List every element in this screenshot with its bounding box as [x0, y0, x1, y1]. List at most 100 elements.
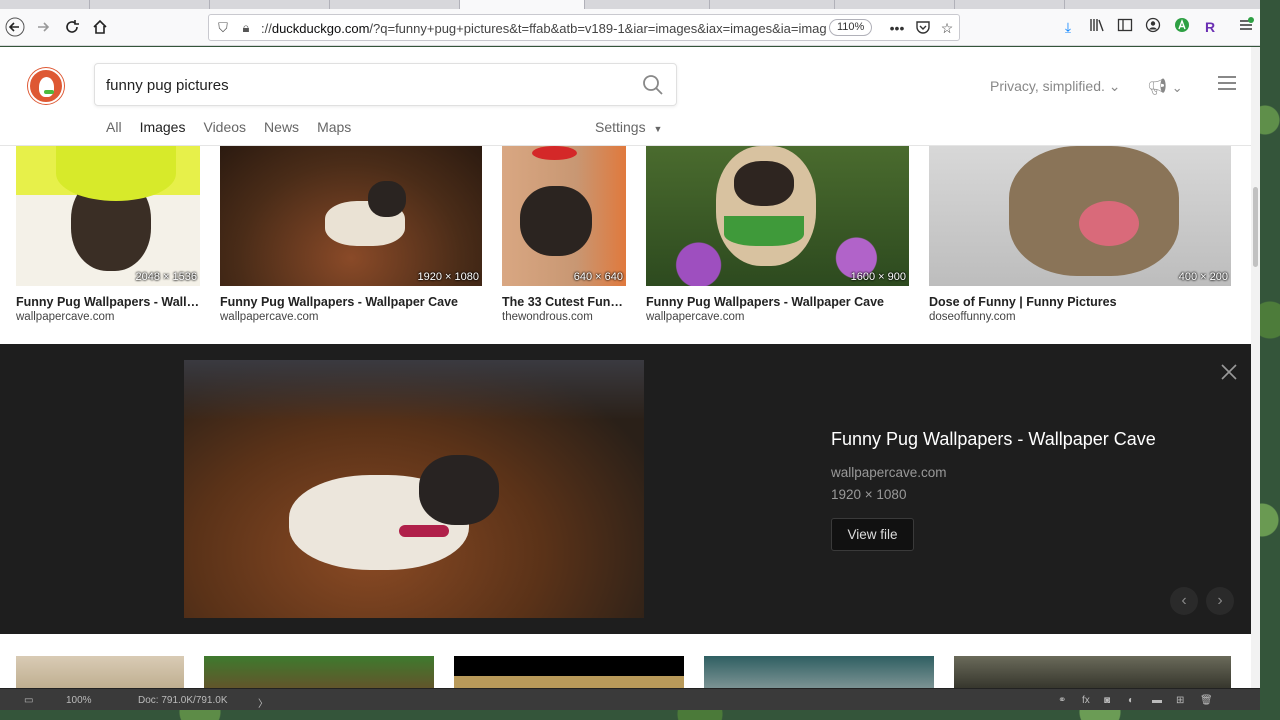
result-source[interactable]: wallpapercave.com [646, 311, 744, 323]
scrollbar-thumb[interactable] [1253, 187, 1258, 267]
image-detail-panel: Funny Pug Wallpapers - Wallpaper Cave wa… [0, 344, 1251, 634]
reload-button[interactable] [62, 17, 82, 37]
chevron-down-icon: ⌄ [1108, 78, 1121, 94]
tab-images[interactable]: Images [140, 119, 186, 139]
chevron-right-icon[interactable]: 〉 [258, 695, 268, 710]
tab-1[interactable] [0, 0, 90, 9]
image-result-thumbnail[interactable] [16, 656, 184, 688]
tab-6[interactable] [585, 0, 710, 9]
status-doc-size: Doc: 791.0K/791.0K [138, 695, 228, 706]
chevron-left-icon: ‹ [1181, 592, 1187, 609]
next-image-button[interactable]: › [1206, 587, 1234, 615]
image-result-thumbnail[interactable] [204, 656, 434, 688]
status-zoom[interactable]: 100% [66, 695, 92, 706]
new-layer-icon[interactable]: ⊞ [1176, 695, 1184, 706]
adjustment-icon[interactable]: ◐ [1128, 695, 1134, 706]
result-title[interactable]: Funny Pug Wallpapers - Wallpaper Cave [646, 295, 909, 309]
tab-7[interactable] [710, 0, 835, 9]
mask-icon[interactable]: ◙ [1104, 695, 1110, 706]
tab-4[interactable] [330, 0, 460, 9]
image-result-thumbnail[interactable] [954, 656, 1231, 688]
result-thumbnail[interactable]: 400 × 200 [929, 146, 1231, 286]
result-source[interactable]: thewondrous.com [502, 311, 593, 323]
tab-news[interactable]: News [264, 119, 299, 139]
pocket-icon[interactable] [914, 19, 932, 37]
detail-source[interactable]: wallpapercave.com [831, 465, 947, 480]
settings-dropdown[interactable]: Settings ▼ [595, 119, 662, 135]
back-arrow-icon [5, 17, 25, 37]
duckduckgo-logo[interactable] [28, 68, 64, 104]
result-thumbnail[interactable]: 1600 × 900 [646, 146, 909, 286]
forward-arrow-icon [38, 22, 50, 32]
fx-icon[interactable]: fx [1082, 695, 1090, 706]
tab-8[interactable] [835, 0, 955, 9]
image-dimensions: 1600 × 900 [850, 271, 906, 283]
search-input[interactable]: funny pug pictures [106, 77, 229, 94]
sidebar-icon[interactable] [1115, 17, 1135, 37]
tab-active[interactable] [460, 0, 585, 9]
result-source[interactable]: wallpapercave.com [16, 311, 114, 323]
zoom-indicator[interactable]: 110% [829, 19, 873, 36]
extension-r-icon[interactable]: R [1200, 17, 1220, 37]
chevron-right-icon: › [1217, 592, 1223, 609]
privacy-menu[interactable]: Privacy, simplified. ⌄ [990, 78, 1121, 95]
chevron-down-icon: ⌄ [1171, 80, 1183, 95]
trash-icon[interactable]: 🗑︎ [1200, 695, 1213, 706]
tab-3[interactable] [210, 0, 330, 9]
tab-videos[interactable]: Videos [203, 119, 246, 139]
tab-2[interactable] [90, 0, 210, 9]
url-scheme: :// [261, 21, 272, 36]
result-thumbnail[interactable]: 2048 × 1536 [16, 146, 200, 286]
url-path: /?q=funny+pug+pictures&t=ffab&atb=v189-1… [369, 21, 827, 36]
library-icon[interactable] [1087, 17, 1107, 37]
result-title[interactable]: Funny Pug Wallpapers - Wallpaper Cave [220, 295, 482, 309]
url-bar[interactable]: ⛉ 🔒︎ ://duckduckgo.com/?q=funny+pug+pict… [208, 14, 960, 41]
view-file-button[interactable]: View file [831, 518, 914, 551]
result-source[interactable]: doseoffunny.com [929, 311, 1016, 323]
result-thumbnail[interactable]: 1920 × 1080 [220, 146, 482, 286]
result-title[interactable]: Funny Pug Wallpapers - Wallp... [16, 295, 200, 309]
editor-status-bar: ▭ 100% Doc: 791.0K/791.0K 〉 ⚭ fx ◙ ◐ ▬ ⊞… [0, 688, 1260, 710]
detail-title[interactable]: Funny Pug Wallpapers - Wallpaper Cave [831, 429, 1156, 450]
megaphone-icon[interactable]: 📢︎ ⌄ [1147, 77, 1183, 97]
url-text[interactable]: ://duckduckgo.com/?q=funny+pug+pictures&… [261, 21, 829, 36]
reload-icon [66, 20, 79, 33]
settings-label: Settings [595, 119, 646, 135]
page-content: funny pug pictures Privacy, simplified. … [0, 47, 1251, 688]
site-menu-icon[interactable] [1218, 76, 1236, 90]
more-actions-icon[interactable]: ••• [888, 19, 906, 37]
app-menu-icon[interactable] [1236, 17, 1256, 37]
result-title[interactable]: The 33 Cutest Funn... [502, 295, 626, 309]
detail-image[interactable] [184, 360, 644, 618]
image-result-thumbnail[interactable] [454, 656, 684, 688]
search-box[interactable]: funny pug pictures [94, 63, 677, 106]
account-icon[interactable] [1143, 17, 1163, 37]
search-icon[interactable] [642, 74, 664, 96]
home-icon [93, 19, 107, 34]
close-icon[interactable] [1220, 363, 1238, 381]
link-icon[interactable]: ⚭ [1058, 695, 1066, 706]
privacy-label: Privacy, simplified. [990, 78, 1105, 94]
detail-dimensions: 1920 × 1080 [831, 487, 907, 502]
page-scrollbar[interactable] [1251, 47, 1260, 688]
image-result-thumbnail[interactable] [704, 656, 934, 688]
back-button[interactable] [5, 17, 25, 37]
home-button[interactable] [90, 17, 110, 37]
lock-icon[interactable]: 🔒︎ [238, 20, 254, 36]
bookmark-star-icon[interactable]: ☆ [938, 19, 956, 37]
result-title[interactable]: Dose of Funny | Funny Pictures [929, 295, 1231, 309]
previous-image-button[interactable]: ‹ [1170, 587, 1198, 615]
screen-mode-icon[interactable]: ▭ [24, 695, 33, 706]
folder-icon[interactable]: ▬ [1152, 695, 1162, 706]
extension-a-icon[interactable] [1172, 17, 1192, 37]
tab-maps[interactable]: Maps [317, 119, 351, 139]
image-dimensions: 1920 × 1080 [417, 271, 479, 283]
result-source[interactable]: wallpapercave.com [220, 311, 318, 323]
tab-9[interactable] [955, 0, 1065, 9]
image-dimensions: 2048 × 1536 [135, 271, 197, 283]
downloads-icon[interactable]: ⤓ [1058, 17, 1078, 37]
result-thumbnail[interactable]: 640 × 640 [502, 146, 626, 286]
forward-button[interactable] [33, 17, 53, 37]
tracking-shield-icon[interactable]: ⛉ [215, 20, 231, 36]
tab-all[interactable]: All [106, 119, 122, 139]
